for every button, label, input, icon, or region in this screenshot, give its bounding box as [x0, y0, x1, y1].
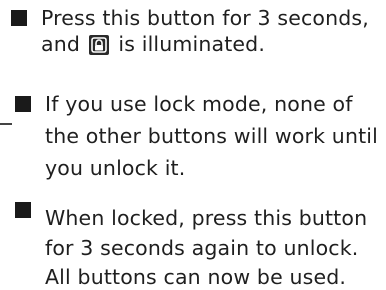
instruction-1-line-1: Press this button for 3 seconds, — [41, 6, 369, 30]
bullet-square-icon — [15, 202, 31, 218]
instruction-1-line-2: and is illuminated. — [41, 31, 265, 57]
lock-icon — [88, 35, 109, 55]
instruction-1-line-2-text-b: is illuminated. — [118, 32, 265, 56]
instruction-2-line-1: If you use lock mode, none of — [45, 92, 353, 116]
callout-line — [0, 123, 12, 125]
instruction-1-line-2-text-a: and — [41, 32, 81, 56]
instruction-3-line-1: When locked, press this button — [45, 206, 368, 230]
bullet-square-icon — [11, 10, 27, 26]
instruction-3-line-3: All buttons can now be used. — [45, 265, 347, 289]
instruction-3-line-2: for 3 seconds again to unlock. — [45, 236, 359, 260]
instruction-2-line-2: the other buttons will work until — [45, 124, 378, 148]
bullet-square-icon — [15, 96, 31, 112]
instruction-2-line-3: you unlock it. — [45, 156, 186, 180]
